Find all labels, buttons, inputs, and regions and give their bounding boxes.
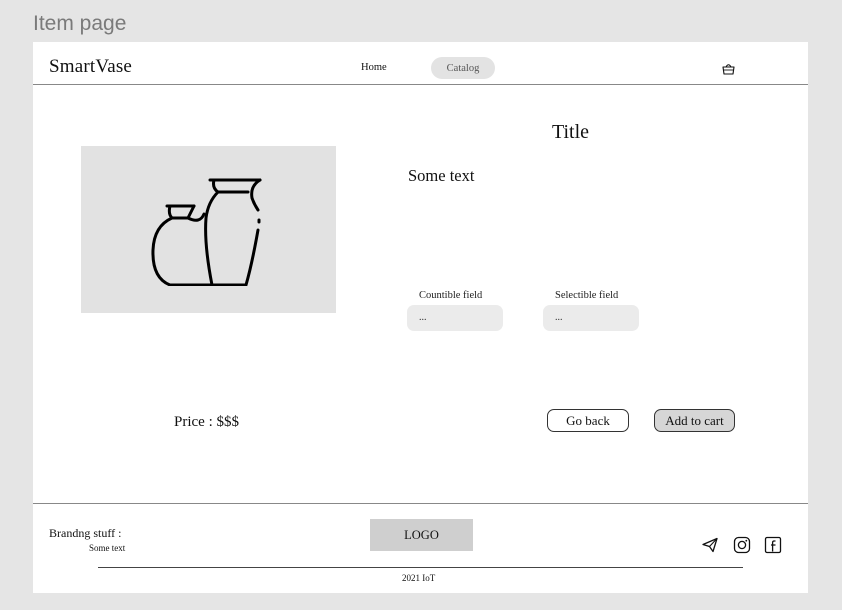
product-image bbox=[81, 146, 336, 313]
header-divider bbox=[33, 84, 808, 85]
nav-home-link[interactable]: Home bbox=[361, 62, 387, 73]
basket-icon[interactable] bbox=[721, 61, 736, 76]
go-back-button[interactable]: Go back bbox=[547, 409, 629, 432]
add-to-cart-button[interactable]: Add to cart bbox=[654, 409, 735, 432]
item-page: SmartVase Home Catalog Title Some text C… bbox=[33, 42, 808, 593]
facebook-icon[interactable] bbox=[764, 536, 782, 554]
product-title: Title bbox=[551, 121, 590, 143]
footer-divider bbox=[33, 503, 808, 504]
footer-line bbox=[98, 567, 743, 568]
brand-name[interactable]: SmartVase bbox=[49, 56, 132, 78]
selectible-field-select[interactable]: ... bbox=[543, 305, 639, 331]
countible-field-label: Countible field bbox=[419, 290, 483, 301]
telegram-icon[interactable] bbox=[701, 536, 719, 554]
selectible-field-label: Selectible field bbox=[555, 290, 619, 301]
instagram-icon[interactable] bbox=[733, 536, 751, 554]
nav-catalog-link[interactable]: Catalog bbox=[431, 57, 495, 79]
frame-label: Item page bbox=[33, 12, 127, 35]
countible-field-input[interactable]: ... bbox=[407, 305, 503, 331]
branding-title: Brandng stuff : bbox=[49, 526, 122, 540]
product-price: Price : $$$ bbox=[174, 414, 239, 430]
footer-logo: LOGO bbox=[370, 519, 473, 551]
product-description: Some text bbox=[408, 166, 475, 185]
vases-illustration bbox=[151, 178, 262, 286]
copyright: 2021 IoT bbox=[402, 573, 436, 583]
branding-text: Some text bbox=[89, 543, 126, 553]
